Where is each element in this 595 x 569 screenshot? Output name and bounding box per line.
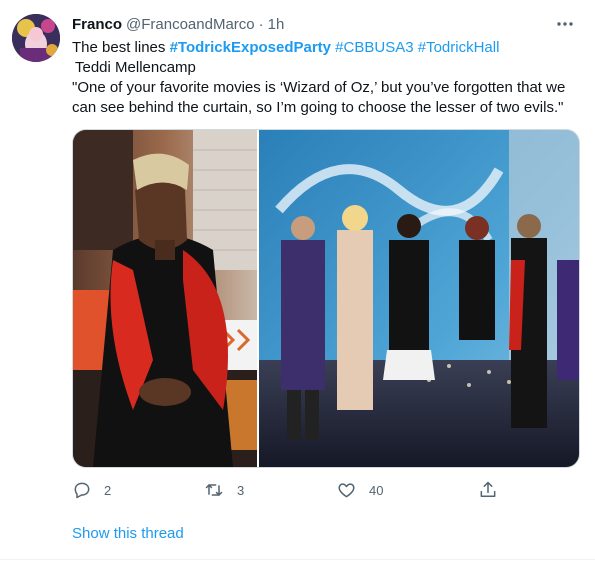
author-handle[interactable]: @FrancoandMarco [126,16,255,33]
hashtag-todrickexposedparty[interactable]: #TodrickExposedParty [170,39,331,56]
tweet-line-quote-2: can see behind the curtain, so I’m going… [72,99,564,116]
reply-icon [74,482,90,499]
tweet-intro-text: The best lines [72,39,170,56]
share-icon [480,481,496,497]
media-photo-right[interactable] [259,130,579,467]
reply-count: 2 [104,482,112,498]
tweet-text: The best lines #TodrickExposedParty #CBB… [72,38,580,118]
reply-button[interactable]: 2 [72,479,111,501]
hashtag-todrickhall[interactable]: #TodrickHall [414,39,500,56]
tweet-line-name: Teddi Mellencamp [75,59,196,76]
author-name[interactable]: Franco [72,16,122,33]
tweet-media[interactable] [72,129,580,468]
tweet-time[interactable]: 1h [268,16,285,33]
heart-icon [338,483,355,498]
separator-dot: · [258,15,264,33]
more-dots-icon[interactable] [553,12,577,36]
retweet-button[interactable]: 3 [203,479,244,501]
share-button[interactable] [478,479,510,501]
retweet-icon [205,484,223,496]
retweet-count: 3 [237,482,245,498]
media-photo-left[interactable] [73,130,257,467]
tweet-actions: 2 3 40 [72,479,502,501]
like-button[interactable]: 40 [336,479,383,501]
tweet-header: Franco @FrancoandMarco · 1h [72,14,284,34]
avatar[interactable] [12,14,60,62]
tweet-card[interactable]: Franco @FrancoandMarco · 1h The best lin… [0,0,595,569]
like-count: 40 [369,482,384,498]
tweet-line-quote-1: "One of your favorite movies is ‘Wizard … [72,79,566,96]
tweet-divider [0,559,595,560]
show-thread-link[interactable]: Show this thread [72,525,184,542]
hashtag-cbbusa3[interactable]: #CBBUSA3 [331,39,413,56]
